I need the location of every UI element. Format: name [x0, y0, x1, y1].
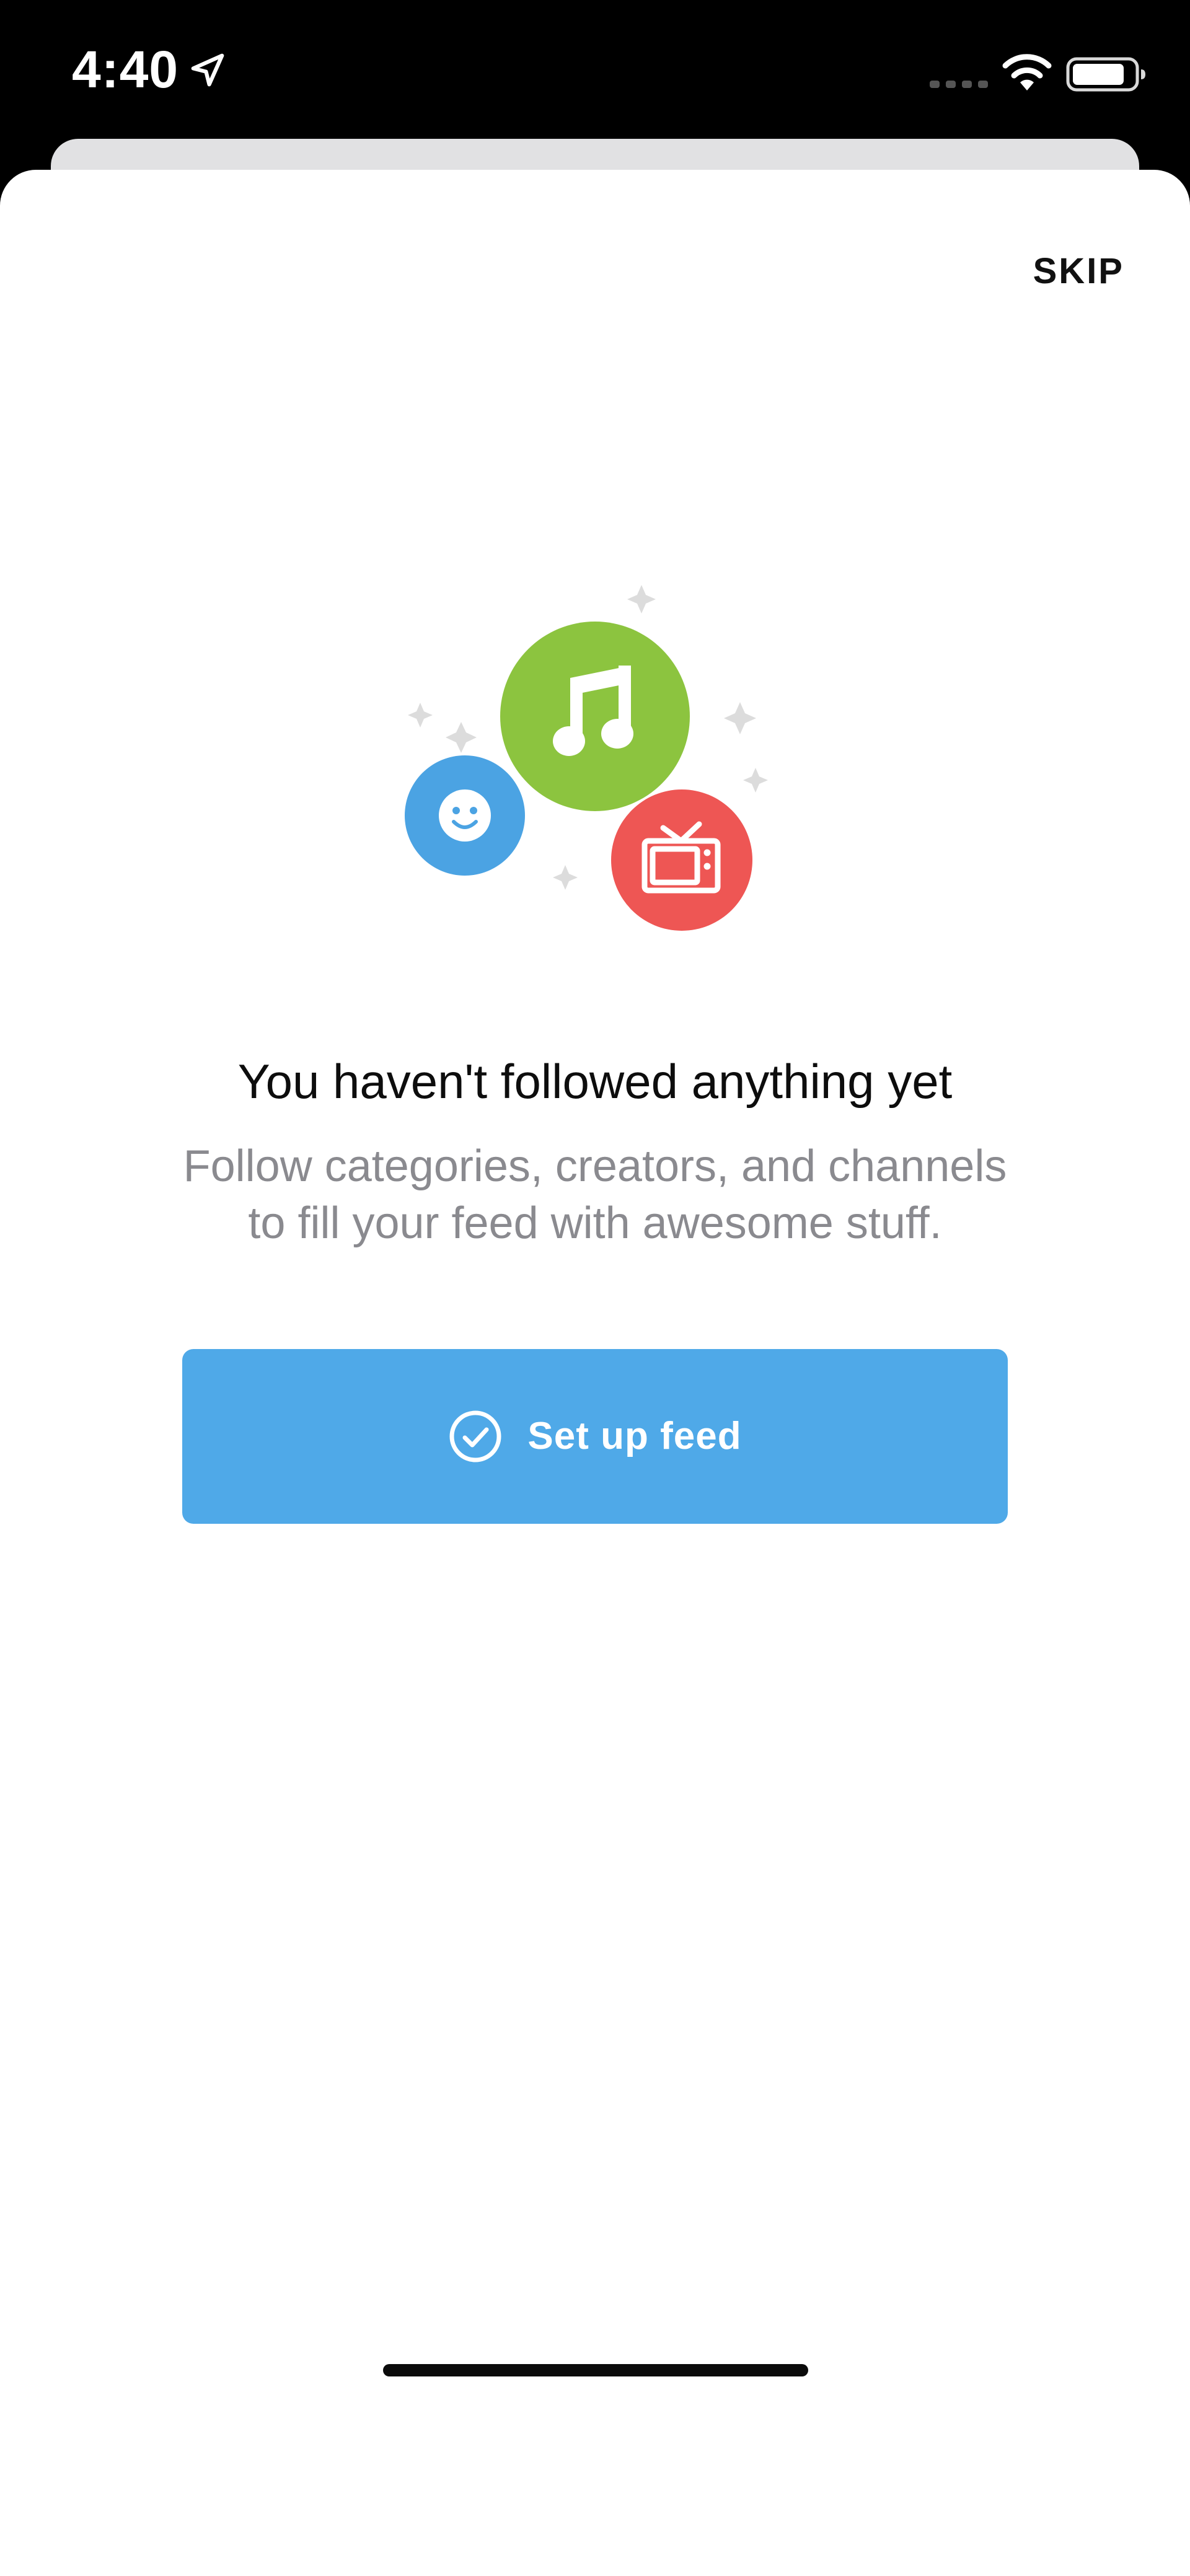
- empty-state-description-line: Follow categories, creators, and channel…: [183, 1141, 1007, 1191]
- onboarding-sheet: SKIP You haven't followed anything yet F…: [0, 170, 1190, 2576]
- set-up-feed-button[interactable]: Set up feed: [182, 1349, 1008, 1524]
- status-time: 4:40: [72, 40, 179, 99]
- follow-illustration: [405, 585, 768, 931]
- empty-state-description-line: to fill your feed with awesome stuff.: [248, 1198, 942, 1248]
- screen: 4:40 SKIP You haven't followed anything …: [0, 0, 1190, 2576]
- empty-state-title: You haven't followed anything yet: [237, 1054, 953, 1109]
- skip-button[interactable]: SKIP: [1033, 247, 1124, 296]
- status-bar: 4:40: [0, 0, 1190, 143]
- location-arrow-icon: [191, 53, 224, 87]
- cell-signal-icon: [930, 81, 988, 88]
- tv-circle: [611, 789, 752, 931]
- empty-state-description: Follow categories, creators, and channel…: [99, 1138, 1091, 1252]
- wifi-icon: [1002, 54, 1052, 90]
- face-icon: [439, 789, 491, 842]
- battery-icon: [1066, 57, 1145, 92]
- set-up-feed-label: Set up feed: [527, 1415, 742, 1457]
- music-circle: [500, 622, 690, 811]
- check-circle-icon: [449, 1410, 501, 1462]
- home-indicator[interactable]: [383, 2364, 808, 2376]
